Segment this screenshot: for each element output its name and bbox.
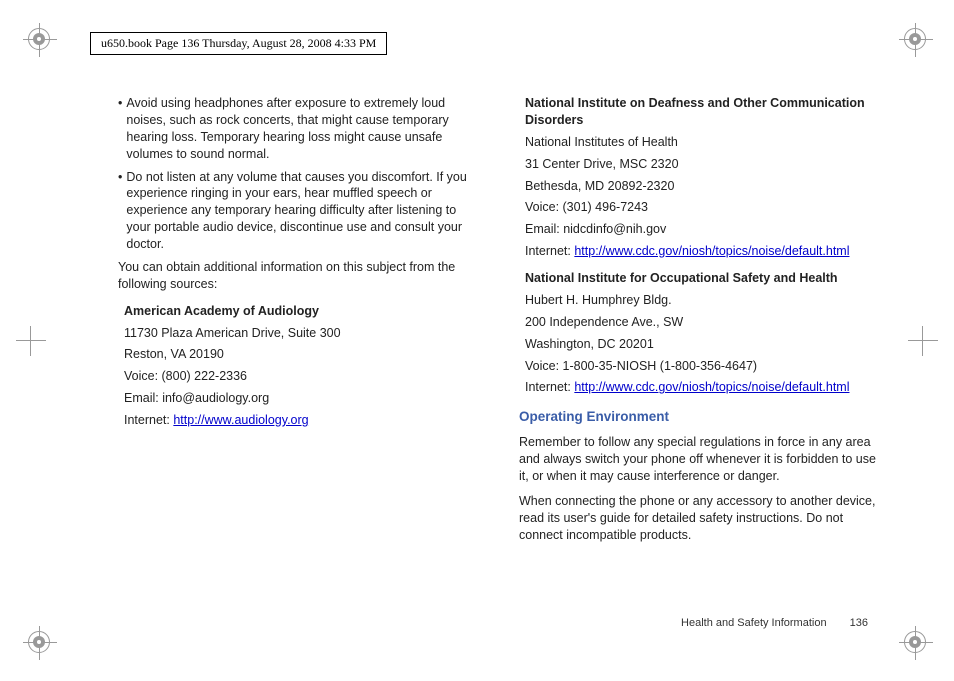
source-line: Email: info@audiology.org — [124, 390, 483, 407]
bullet-item: • Avoid using headphones after exposure … — [118, 95, 483, 163]
source-line: 11730 Plaza American Drive, Suite 300 — [124, 325, 483, 342]
internet-link[interactable]: http://www.cdc.gov/niosh/topics/noise/de… — [574, 244, 849, 258]
source-block-niosh: National Institute for Occupational Safe… — [525, 270, 884, 396]
page-header-meta: u650.book Page 136 Thursday, August 28, … — [90, 32, 387, 55]
source-block-audiology: American Academy of Audiology 11730 Plaz… — [124, 303, 483, 429]
bullet-text: Avoid using headphones after exposure to… — [126, 95, 483, 163]
intro-text: You can obtain additional information on… — [118, 259, 483, 293]
bullet-text: Do not listen at any volume that causes … — [126, 169, 483, 253]
registration-mark-icon — [904, 28, 926, 50]
registration-mark-icon — [904, 631, 926, 653]
bullet-dot-icon: • — [118, 169, 122, 253]
page-number: 136 — [850, 617, 868, 629]
source-line: Internet: http://www.cdc.gov/niosh/topic… — [525, 243, 884, 260]
source-title: National Institute on Deafness and Other… — [525, 95, 884, 129]
source-line: Bethesda, MD 20892-2320 — [525, 178, 884, 195]
source-line: Internet: http://www.cdc.gov/niosh/topic… — [525, 379, 884, 396]
section-heading: Operating Environment — [519, 408, 884, 426]
internet-link[interactable]: http://www.cdc.gov/niosh/topics/noise/de… — [574, 380, 849, 394]
source-block-nidcd: National Institute on Deafness and Other… — [525, 95, 884, 260]
source-title: American Academy of Audiology — [124, 303, 483, 320]
right-column: National Institute on Deafness and Other… — [519, 95, 884, 621]
footer-label: Health and Safety Information — [681, 617, 827, 629]
registration-mark-icon — [28, 631, 50, 653]
bullet-item: • Do not listen at any volume that cause… — [118, 169, 483, 253]
source-line: Hubert H. Humphrey Bldg. — [525, 292, 884, 309]
crop-mark-icon — [908, 326, 938, 356]
source-line: Internet: http://www.audiology.org — [124, 412, 483, 429]
link-label: Internet: — [525, 244, 574, 258]
source-line: Voice: 1-800-35-NIOSH (1-800-356-4647) — [525, 358, 884, 375]
left-column: • Avoid using headphones after exposure … — [118, 95, 483, 621]
bullet-dot-icon: • — [118, 95, 122, 163]
body-paragraph: When connecting the phone or any accesso… — [519, 493, 884, 544]
source-line: Washington, DC 20201 — [525, 336, 884, 353]
body-paragraph: Remember to follow any special regulatio… — [519, 434, 884, 485]
source-line: Voice: (800) 222-2336 — [124, 368, 483, 385]
source-line: Voice: (301) 496-7243 — [525, 199, 884, 216]
source-line: 31 Center Drive, MSC 2320 — [525, 156, 884, 173]
crop-mark-icon — [16, 326, 46, 356]
internet-link[interactable]: http://www.audiology.org — [173, 413, 308, 427]
source-line: National Institutes of Health — [525, 134, 884, 151]
link-label: Internet: — [124, 413, 173, 427]
source-line: Email: nidcdinfo@nih.gov — [525, 221, 884, 238]
source-line: 200 Independence Ave., SW — [525, 314, 884, 331]
source-title: National Institute for Occupational Safe… — [525, 270, 884, 287]
registration-mark-icon — [28, 28, 50, 50]
source-line: Reston, VA 20190 — [124, 346, 483, 363]
link-label: Internet: — [525, 380, 574, 394]
page-footer: Health and Safety Information 136 — [681, 617, 868, 629]
